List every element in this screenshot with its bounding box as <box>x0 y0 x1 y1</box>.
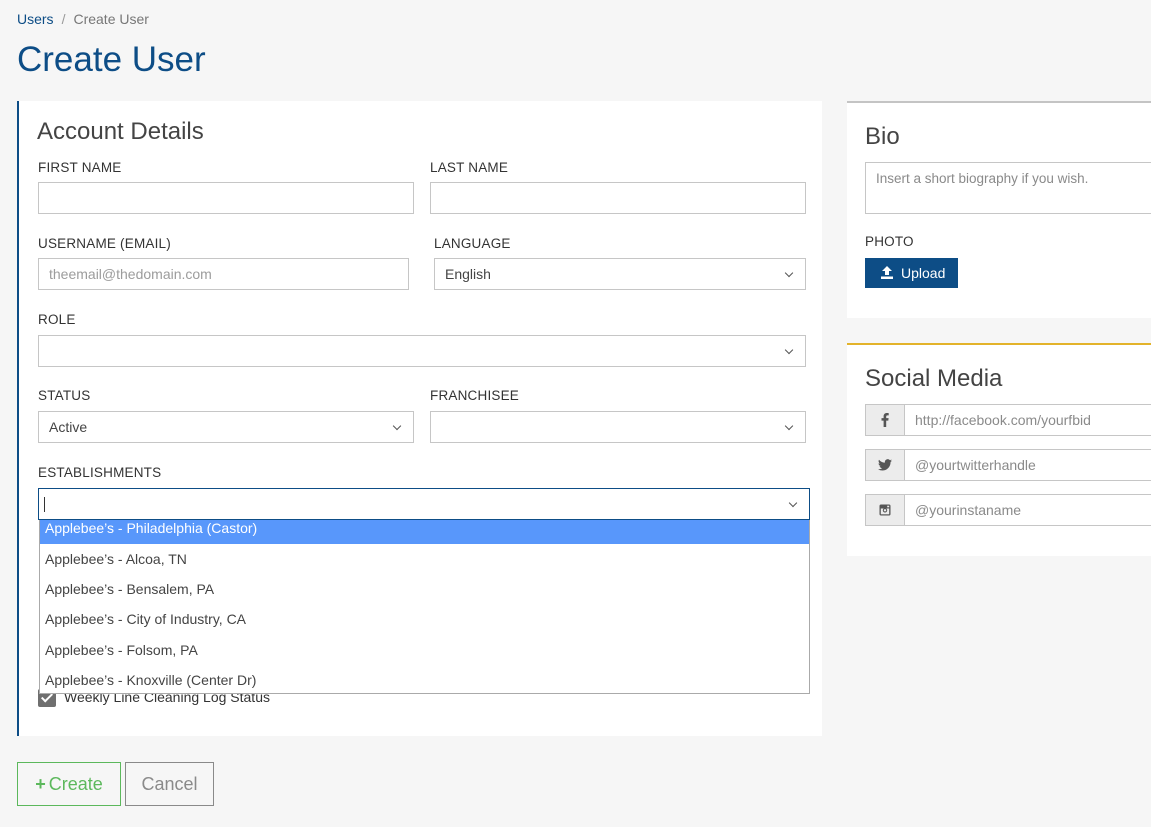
twitter-row <box>865 449 1151 481</box>
role-select[interactable] <box>38 335 806 367</box>
social-media-panel: Social Media <box>847 343 1151 556</box>
franchisee-label: FRANCHISEE <box>430 388 520 403</box>
upload-icon <box>881 266 893 279</box>
upload-label: Upload <box>901 265 946 281</box>
create-label: Create <box>48 773 103 794</box>
facebook-icon <box>865 404 905 436</box>
chevron-down-icon <box>784 268 794 278</box>
establishments-dropdown: Applebee’s - Philadelphia (Castor) Apple… <box>39 520 810 694</box>
username-email-input[interactable] <box>38 258 409 290</box>
breadcrumb: Users / Create User <box>17 11 149 27</box>
cancel-button[interactable]: Cancel <box>125 762 214 806</box>
page-title: Create User <box>17 40 206 79</box>
chevron-down-icon <box>788 498 798 508</box>
bio-textarea[interactable] <box>865 162 1151 214</box>
breadcrumb-users-link[interactable]: Users <box>17 11 54 27</box>
establishments-label: ESTABLISHMENTS <box>38 465 162 480</box>
username-label: USERNAME (EMAIL) <box>38 236 171 251</box>
instagram-input[interactable] <box>904 494 1151 526</box>
last-name-label: LAST NAME <box>430 160 509 175</box>
plus-icon: + <box>35 773 46 794</box>
dropdown-option[interactable]: Applebee’s - City of Industry, CA <box>40 604 809 634</box>
text-caret <box>44 497 45 512</box>
instagram-icon <box>865 494 905 526</box>
dropdown-option[interactable]: Applebee’s - Knoxville (Center Dr) <box>40 665 809 693</box>
account-details-panel: Account Details FIRST NAME LAST NAME USE… <box>17 101 822 736</box>
twitter-icon <box>865 449 905 481</box>
language-label: LANGUAGE <box>434 236 511 251</box>
social-media-title: Social Media <box>865 365 1003 392</box>
status-label: STATUS <box>38 388 91 403</box>
first-name-input[interactable] <box>38 182 414 214</box>
bio-title: Bio <box>865 123 900 150</box>
language-select[interactable]: English <box>434 258 806 290</box>
chevron-down-icon <box>392 421 402 431</box>
last-name-input[interactable] <box>430 182 806 214</box>
establishments-select[interactable] <box>38 488 810 520</box>
dropdown-option[interactable]: Applebee’s - Philadelphia (Castor) <box>40 520 809 544</box>
chevron-down-icon <box>784 345 794 355</box>
first-name-label: FIRST NAME <box>38 160 122 175</box>
dropdown-option[interactable]: Applebee’s - Alcoa, TN <box>40 544 809 574</box>
facebook-input[interactable] <box>904 404 1151 436</box>
status-value: Active <box>49 419 88 435</box>
twitter-input[interactable] <box>904 449 1151 481</box>
photo-label: PHOTO <box>865 234 914 249</box>
chevron-down-icon <box>784 421 794 431</box>
account-details-title: Account Details <box>37 118 204 145</box>
instagram-row <box>865 494 1151 526</box>
role-label: ROLE <box>38 312 76 327</box>
dropdown-option[interactable]: Applebee’s - Bensalem, PA <box>40 574 809 604</box>
breadcrumb-current: Create User <box>73 11 149 27</box>
breadcrumb-separator: / <box>61 11 66 27</box>
upload-button[interactable]: Upload <box>865 258 958 288</box>
bio-panel: Bio PHOTO Upload <box>847 101 1151 318</box>
franchisee-select[interactable] <box>430 411 806 443</box>
status-select[interactable]: Active <box>38 411 414 443</box>
facebook-row <box>865 404 1151 436</box>
create-button[interactable]: + Create <box>17 762 121 806</box>
language-value: English <box>445 266 491 282</box>
dropdown-option[interactable]: Applebee’s - Folsom, PA <box>40 635 809 665</box>
